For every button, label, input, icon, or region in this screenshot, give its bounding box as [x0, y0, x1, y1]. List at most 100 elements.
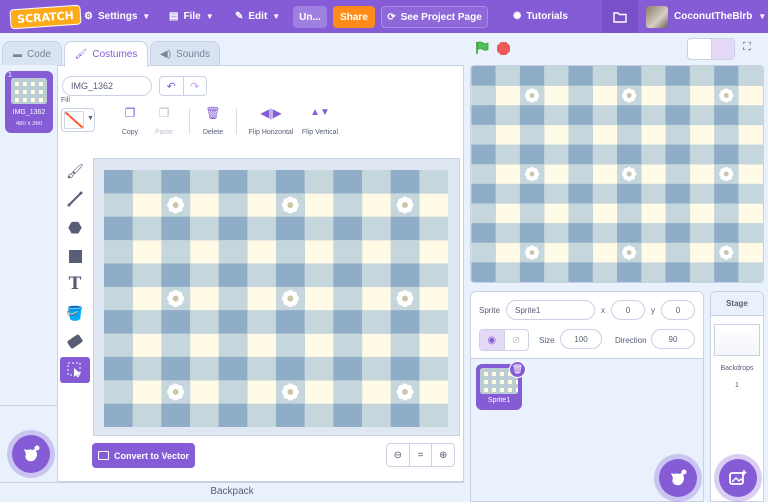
daisy — [167, 383, 185, 401]
refresh-icon: ⟳ — [387, 11, 396, 23]
tab-code-label: Code — [27, 48, 51, 60]
copy-button[interactable]: ❐ Copy — [119, 106, 141, 136]
share-button[interactable]: Share — [333, 6, 375, 28]
eye-icon[interactable]: ◉ — [480, 330, 504, 350]
stop-icon[interactable] — [497, 42, 510, 55]
project-title-input[interactable]: Un... — [293, 6, 327, 28]
tutorials-button[interactable]: ✺ Tutorials — [513, 0, 568, 33]
large-stage-button[interactable] — [710, 39, 734, 59]
backpack[interactable]: Backpack — [0, 482, 464, 502]
fill-icon: 🪣 — [66, 304, 84, 321]
costume-item[interactable]: 1 IMG_1362 480 x 360 — [5, 71, 53, 133]
undo-icon[interactable]: ↶ — [160, 77, 183, 95]
tab-sounds[interactable]: ◀) Sounds — [150, 41, 220, 66]
chevron-down-icon: ▼ — [205, 12, 214, 21]
daisy — [621, 88, 637, 103]
text-icon: T — [68, 274, 82, 294]
stage-selector-title: Stage — [711, 292, 763, 316]
x-label: x — [601, 306, 605, 315]
daisy — [281, 196, 299, 214]
daisy — [167, 196, 185, 214]
direction-label: Direction — [615, 336, 647, 345]
choose-sprite-button[interactable] — [659, 459, 697, 497]
flip-vertical-button[interactable]: ▲▼ Flip Vertical — [300, 106, 340, 136]
circle-icon: ⬣ — [68, 220, 82, 237]
paste-button[interactable]: ❐ Paste — [152, 106, 176, 136]
scratch-logo[interactable]: SCRATCH — [9, 4, 82, 30]
text-tool[interactable]: T — [60, 271, 90, 297]
bulb-icon: ✺ — [513, 11, 522, 22]
delete-button[interactable]: 🗑 Delete — [200, 106, 226, 136]
undo-redo-group: ↶ ↷ — [159, 76, 207, 96]
cat-add-icon — [24, 445, 40, 462]
costume-size: 480 x 360 — [15, 121, 43, 127]
paste-label: Paste — [155, 129, 173, 136]
daisy — [281, 383, 299, 401]
x-input[interactable]: 0 — [611, 300, 645, 320]
costume-thumbnail — [11, 78, 47, 104]
daisy — [524, 88, 540, 103]
cat-add-icon — [671, 469, 687, 486]
daisy — [621, 245, 637, 260]
trash-icon[interactable]: 🗑 — [509, 361, 526, 378]
settings-menu[interactable]: ⚙ Settings ▼ — [84, 0, 150, 33]
paint-canvas[interactable] — [104, 170, 448, 427]
select-icon — [67, 362, 81, 378]
fill-color-picker[interactable]: ▼ — [61, 108, 95, 132]
redo-icon[interactable]: ↷ — [182, 77, 207, 95]
settings-label: Settings — [97, 11, 138, 22]
brush-tool[interactable]: 🖌 — [60, 158, 90, 184]
tab-costumes[interactable]: 🖌 Costumes — [64, 41, 148, 67]
rectangle-tool[interactable] — [60, 243, 90, 269]
daisy — [396, 289, 414, 308]
my-stuff-button[interactable] — [602, 0, 638, 33]
eraser-tool[interactable] — [60, 328, 90, 354]
eraser-icon — [66, 333, 84, 349]
account-menu[interactable]: CoconutTheBlrb ▼ — [646, 0, 766, 33]
zoom-in-icon[interactable]: ⊕ — [431, 444, 454, 466]
rectangle-icon — [68, 249, 82, 263]
divider — [236, 108, 237, 134]
edit-menu[interactable]: ✎ Edit ▼ — [235, 0, 280, 33]
choose-costume-button[interactable] — [12, 435, 50, 473]
line-tool[interactable] — [60, 186, 90, 212]
zoom-reset-button[interactable]: = — [408, 444, 432, 466]
sprite-name-input[interactable]: Sprite1 — [506, 300, 595, 320]
direction-input[interactable]: 90 — [651, 329, 695, 349]
fill-tool[interactable]: 🪣 — [60, 300, 90, 326]
flip-horizontal-icon: ◀|▶ — [260, 106, 282, 120]
flip-vertical-label: Flip Vertical — [301, 129, 339, 136]
copy-icon: ❐ — [124, 106, 136, 120]
stage[interactable] — [470, 65, 764, 283]
backdrops-count: 1 — [735, 382, 739, 389]
file-label: File — [183, 11, 201, 22]
delete-label: Delete — [202, 129, 224, 136]
circle-tool[interactable]: ⬣ — [60, 215, 90, 241]
fullscreen-icon[interactable]: ⛶ — [743, 41, 751, 54]
trash-icon: 🗑 — [205, 106, 221, 120]
small-stage-button[interactable] — [688, 39, 711, 59]
folder-icon — [613, 11, 627, 23]
stage-size-toggle — [687, 38, 735, 60]
convert-to-vector-button[interactable]: Convert to Vector — [92, 443, 195, 468]
choose-backdrop-button[interactable] — [719, 459, 757, 497]
code-icon: ▬ — [13, 49, 23, 59]
eye-off-icon[interactable]: ⊘ — [503, 330, 529, 350]
tab-costumes-label: Costumes — [92, 49, 138, 60]
green-flag-icon[interactable] — [475, 41, 489, 55]
flip-horizontal-button[interactable]: ◀|▶ Flip Horizontal — [247, 106, 295, 136]
divider — [189, 108, 190, 134]
see-project-page-button[interactable]: ⟳ See Project Page — [381, 6, 488, 28]
avatar — [646, 5, 668, 28]
size-input[interactable]: 100 — [560, 329, 602, 349]
line-icon — [67, 191, 83, 207]
file-menu[interactable]: ▤ File ▼ — [169, 0, 214, 33]
y-input[interactable]: 0 — [661, 300, 695, 320]
tab-code[interactable]: ▬ Code — [2, 41, 62, 66]
zoom-out-icon[interactable]: ⊖ — [387, 444, 409, 466]
sprite-name: Sprite1 — [487, 397, 511, 404]
costume-name-input[interactable]: IMG_1362 — [62, 76, 152, 96]
select-tool[interactable] — [60, 357, 90, 383]
daisy — [396, 196, 414, 214]
edit-label: Edit — [248, 11, 268, 22]
